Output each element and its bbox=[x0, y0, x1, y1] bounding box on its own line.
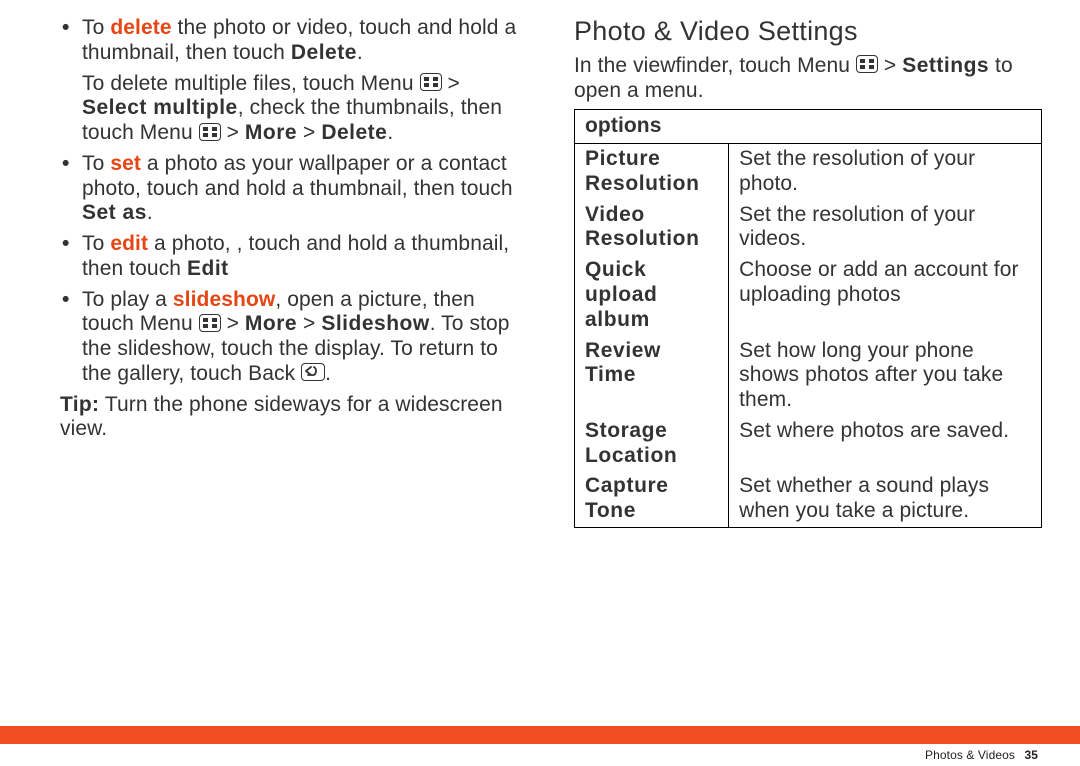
table-row: Picture ResolutionSet the resolution of … bbox=[575, 144, 1042, 200]
option-name: Video Resolution bbox=[575, 200, 729, 256]
command-set-as: Set as bbox=[82, 201, 147, 224]
menu-icon bbox=[856, 55, 878, 73]
page-footer: Photos & Videos 35 bbox=[925, 744, 1038, 766]
text: a photo as your wallpaper or a contact p… bbox=[82, 152, 513, 200]
option-name: Review Time bbox=[575, 336, 729, 416]
table-row: Video ResolutionSet the resolution of yo… bbox=[575, 200, 1042, 256]
keyword-set: set bbox=[110, 152, 141, 175]
footer-bar bbox=[0, 726, 1080, 744]
right-column: Photo & Video Settings In the viewfinder… bbox=[574, 16, 1042, 528]
text: . bbox=[387, 121, 393, 144]
text: > bbox=[297, 121, 321, 144]
menu-icon bbox=[199, 314, 221, 332]
option-name: Storage Location bbox=[575, 416, 729, 472]
command-slideshow: Slideshow bbox=[321, 312, 429, 335]
option-desc: Set how long your phone shows photos aft… bbox=[729, 336, 1042, 416]
bullet-set: To set a photo as your wallpaper or a co… bbox=[60, 152, 528, 226]
table-row: Capture ToneSet whether a sound plays wh… bbox=[575, 471, 1042, 527]
command-edit: Edit bbox=[187, 257, 229, 280]
text: To delete multiple files, touch Menu bbox=[82, 72, 420, 95]
option-desc: Choose or add an account for uploading p… bbox=[729, 255, 1042, 335]
text: > bbox=[221, 312, 245, 335]
command-select-multiple: Select multiple bbox=[82, 96, 238, 119]
text: . bbox=[325, 362, 331, 385]
table-row: Storage LocationSet where photos are sav… bbox=[575, 416, 1042, 472]
table-row: Review TimeSet how long your phone shows… bbox=[575, 336, 1042, 416]
option-desc: Set where photos are saved. bbox=[729, 416, 1042, 472]
bullet-edit: To edit a photo, , touch and hold a thum… bbox=[60, 232, 528, 282]
text: > bbox=[297, 312, 321, 335]
tip: Tip: Turn the phone sideways for a wides… bbox=[60, 393, 528, 443]
option-desc: Set whether a sound plays when you take … bbox=[729, 471, 1042, 527]
keyword-delete: delete bbox=[110, 16, 171, 39]
option-name: Quick upload album bbox=[575, 255, 729, 335]
back-icon bbox=[301, 363, 325, 381]
tip-text: Turn the phone sideways for a widescreen… bbox=[60, 393, 503, 441]
command-more: More bbox=[245, 312, 297, 335]
menu-icon bbox=[420, 73, 442, 91]
manual-page: To delete the photo or video, touch and … bbox=[0, 0, 1080, 528]
command-delete: Delete bbox=[291, 41, 357, 64]
table-row: Quick upload albumChoose or add an accou… bbox=[575, 255, 1042, 335]
bullet-delete: To delete the photo or video, touch and … bbox=[60, 16, 528, 146]
left-column: To delete the photo or video, touch and … bbox=[60, 16, 528, 528]
command-more: More bbox=[245, 121, 297, 144]
command-delete: Delete bbox=[321, 121, 387, 144]
keyword-edit: edit bbox=[110, 232, 148, 255]
option-desc: Set the resolution of your videos. bbox=[729, 200, 1042, 256]
footer-section: Photos & Videos bbox=[925, 748, 1015, 762]
bullet-slideshow: To play a slideshow, open a picture, the… bbox=[60, 288, 528, 387]
text: In the viewfinder, touch Menu bbox=[574, 54, 856, 77]
option-name: Picture Resolution bbox=[575, 144, 729, 200]
table-header: options bbox=[575, 110, 1042, 144]
keyword-slideshow: slideshow bbox=[173, 288, 275, 311]
text: To bbox=[82, 152, 110, 175]
sub-delete-multiple: To delete multiple files, touch Menu > S… bbox=[82, 72, 528, 146]
text: > bbox=[221, 121, 245, 144]
page-number: 35 bbox=[1024, 748, 1038, 762]
text: To play a bbox=[82, 288, 173, 311]
text: . bbox=[357, 41, 363, 64]
section-heading: Photo & Video Settings bbox=[574, 16, 1042, 48]
options-table: options Picture ResolutionSet the resolu… bbox=[574, 109, 1042, 527]
menu-icon bbox=[199, 123, 221, 141]
command-settings: Settings bbox=[902, 54, 989, 77]
text: To bbox=[82, 232, 110, 255]
text: > bbox=[442, 72, 460, 95]
text: . bbox=[147, 201, 153, 224]
option-name: Capture Tone bbox=[575, 471, 729, 527]
text: > bbox=[878, 54, 902, 77]
intro: In the viewfinder, touch Menu > Settings… bbox=[574, 54, 1042, 104]
text: To bbox=[82, 16, 110, 39]
tip-label: Tip: bbox=[60, 393, 99, 416]
option-desc: Set the resolution of your photo. bbox=[729, 144, 1042, 200]
